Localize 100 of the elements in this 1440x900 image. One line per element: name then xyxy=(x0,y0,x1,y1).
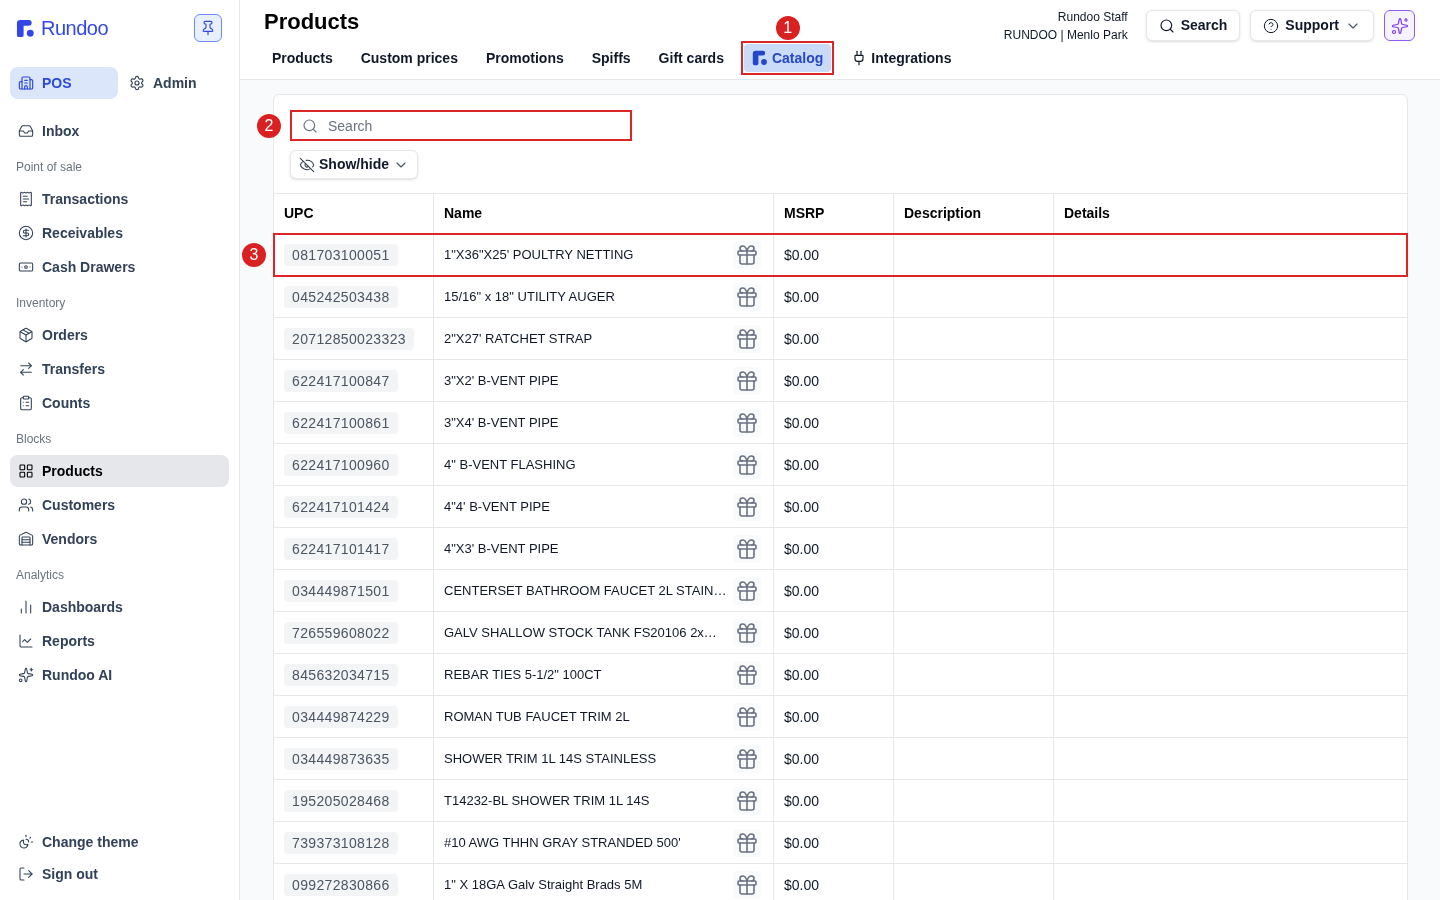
nav-item[interactable]: Inbox xyxy=(10,115,229,147)
tab[interactable]: Integrations xyxy=(843,44,960,72)
nav-item[interactable]: Orders xyxy=(10,319,229,351)
nav-item[interactable]: Transfers xyxy=(10,353,229,385)
callout-badge: 3 xyxy=(242,242,266,267)
support-button[interactable]: Support xyxy=(1250,10,1374,41)
sun-moon-icon xyxy=(18,834,34,850)
search-icon xyxy=(302,117,318,134)
pin-button[interactable] xyxy=(194,14,222,42)
gift-icon xyxy=(733,324,761,353)
table-cell: #10 AWG THHN GRAY STRANDED 500' xyxy=(444,834,681,851)
nav-item[interactable]: Cash Drawers xyxy=(10,251,229,283)
table-cell: $0.00 xyxy=(784,456,820,473)
upc-tag: 195205028468 xyxy=(284,789,398,812)
nav-item[interactable]: Receivables xyxy=(10,217,229,249)
upc-tag: 099272830866 xyxy=(284,873,398,896)
upc-tag: 622417100847 xyxy=(284,369,398,392)
table-cell: 2"X27' RATCHET STRAP xyxy=(444,330,593,347)
settings-icon xyxy=(129,75,145,91)
table-cell: $0.00 xyxy=(784,792,820,809)
column-header: UPC xyxy=(274,194,434,233)
section-label: Inventory xyxy=(15,295,67,311)
table-cell: 4"4' B-VENT PIPE xyxy=(444,498,550,515)
search-field[interactable]: Search xyxy=(290,110,632,141)
table-cell: $0.00 xyxy=(784,624,820,641)
callout-badge: 2 xyxy=(257,113,281,138)
gift-icon xyxy=(733,660,761,689)
building-icon xyxy=(18,75,34,91)
table-cell: 4" B-VENT FLASHING xyxy=(444,456,576,473)
warehouse-icon xyxy=(18,531,34,547)
column-header: Details xyxy=(1063,204,1111,223)
upc-tag: 622417101417 xyxy=(284,537,398,560)
sparkles-icon xyxy=(1390,16,1409,35)
nav-item[interactable]: Rundoo AI xyxy=(10,659,229,691)
gift-icon xyxy=(733,744,761,773)
table-cell: $0.00 xyxy=(784,540,820,557)
table-cell: $0.00 xyxy=(784,750,820,767)
table-cell: 3"X2' B-VENT PIPE xyxy=(444,372,559,389)
tab[interactable]: Custom prices xyxy=(352,44,466,72)
upc-tag: 845632034715 xyxy=(284,663,398,686)
tab[interactable]: Catalog xyxy=(743,44,832,72)
nav-item[interactable]: Counts xyxy=(10,387,229,419)
line-chart-icon xyxy=(18,633,34,649)
gift-icon xyxy=(733,366,761,395)
upc-tag: 20712850023323 xyxy=(284,327,414,350)
upc-tag: 622417100861 xyxy=(284,411,398,434)
nav-item[interactable]: Sign out xyxy=(10,858,229,890)
search-button[interactable]: Search xyxy=(1145,10,1241,41)
mode-tab[interactable]: Admin xyxy=(121,67,205,99)
table-cell: $0.00 xyxy=(784,834,820,851)
search-icon xyxy=(1158,17,1175,34)
user-name: Rundoo Staff xyxy=(1057,8,1128,26)
gift-icon xyxy=(733,702,761,731)
table-cell: GALV SHALLOW STOCK TANK FS20106 2x… xyxy=(444,624,717,641)
eye-off-icon xyxy=(299,156,315,173)
column-header: Name xyxy=(434,194,774,233)
tab[interactable]: Gift cards xyxy=(650,44,732,72)
upc-tag: 726559608022 xyxy=(284,621,398,644)
nav-item[interactable]: Products xyxy=(10,455,229,487)
nav-item[interactable]: Transactions xyxy=(10,183,229,215)
show-hide-button[interactable]: Show/hide xyxy=(290,150,418,179)
pin-icon xyxy=(200,20,216,36)
table-cell: ROMAN TUB FAUCET TRIM 2L xyxy=(444,708,630,725)
table-cell: T14232-BL SHOWER TRIM 1L 14S xyxy=(444,792,650,809)
tab[interactable]: Promotions xyxy=(477,44,572,72)
upc-tag: 081703100051 xyxy=(284,243,398,266)
box-icon xyxy=(18,327,34,343)
upc-tag: 034449871501 xyxy=(284,579,398,602)
section-label: Blocks xyxy=(15,431,53,447)
banknote-icon xyxy=(18,259,34,275)
gift-icon xyxy=(733,240,761,269)
mode-tab[interactable]: POS xyxy=(10,67,118,99)
nav-item[interactable]: Customers xyxy=(10,489,229,521)
dollar-circle-icon xyxy=(18,225,34,241)
column-header: MSRP xyxy=(774,194,894,233)
gift-icon xyxy=(733,786,761,815)
gift-icon xyxy=(733,534,761,563)
table-cell: CENTERSET BATHROOM FAUCET 2L STAIN… xyxy=(444,582,727,599)
table-cell: $0.00 xyxy=(784,288,820,305)
table-cell: REBAR TIES 5-1/2" 100CT xyxy=(444,666,602,683)
receipt-icon xyxy=(18,191,34,207)
table-cell: SHOWER TRIM 1L 14S STAINLESS xyxy=(444,750,657,767)
gift-icon xyxy=(733,408,761,437)
section-label: Point of sale xyxy=(15,159,84,175)
table-cell: $0.00 xyxy=(784,666,820,683)
logo-icon xyxy=(16,18,35,38)
gift-icon xyxy=(733,492,761,521)
tab[interactable]: Products xyxy=(264,44,341,72)
ai-button[interactable] xyxy=(1384,10,1415,41)
nav-item[interactable]: Vendors xyxy=(10,523,229,555)
sparkles-icon xyxy=(18,667,34,683)
nav-item[interactable]: Dashboards xyxy=(10,591,229,623)
table-cell: $0.00 xyxy=(784,498,820,515)
table-cell: $0.00 xyxy=(784,414,820,431)
tab[interactable]: Spiffs xyxy=(583,44,639,72)
nav-item[interactable]: Reports xyxy=(10,625,229,657)
logo-text: Rundoo xyxy=(41,18,109,38)
table-cell: $0.00 xyxy=(784,582,820,599)
nav-item[interactable]: Change theme xyxy=(10,826,229,858)
upc-tag: 739373108128 xyxy=(284,831,398,854)
